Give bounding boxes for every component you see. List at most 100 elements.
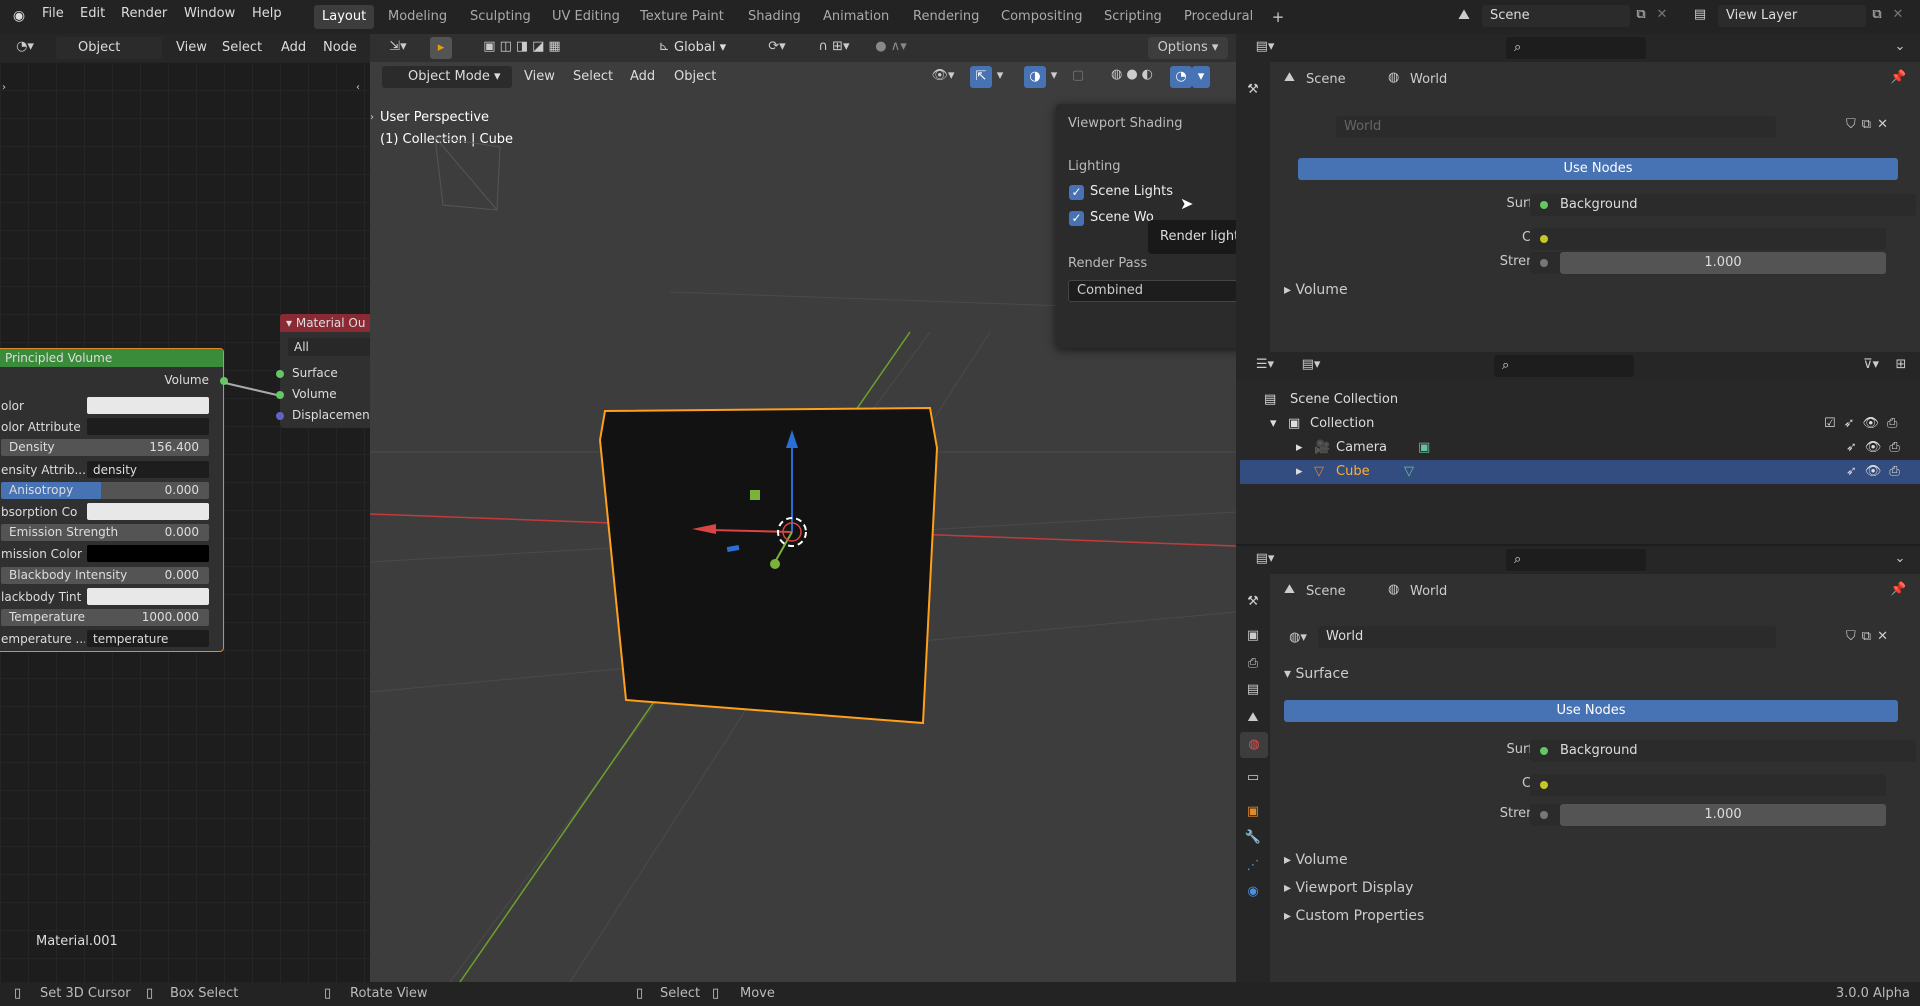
value-slider[interactable]: Density 156.400 bbox=[1, 439, 209, 457]
menu-window[interactable]: Window bbox=[184, 6, 235, 21]
viewport-display-panel-header[interactable]: ▸ Viewport Display bbox=[1284, 880, 1413, 896]
blender-logo-icon[interactable]: ◉ bbox=[10, 8, 28, 26]
tab-rendering[interactable]: Rendering bbox=[905, 5, 987, 29]
properties-search-input[interactable]: ⌕ bbox=[1506, 549, 1646, 571]
strength-field[interactable]: 1.000 bbox=[1530, 804, 1886, 826]
tab-procedural[interactable]: Procedural bbox=[1176, 5, 1261, 29]
scene-lights-checkbox[interactable]: ✓ bbox=[1069, 185, 1084, 200]
view-layer-icon[interactable]: ▤ bbox=[1686, 7, 1714, 22]
tool-tab-icon[interactable]: ⚒ bbox=[1244, 82, 1262, 97]
particles-tab-icon[interactable]: ⋰ bbox=[1244, 858, 1262, 873]
target-dropdown[interactable]: All bbox=[288, 338, 370, 356]
gizmo-dropdown-icon[interactable]: ▾ bbox=[994, 68, 1006, 83]
scene-tab-icon[interactable]: ⛰ bbox=[1244, 710, 1262, 725]
object-tab-icon[interactable]: ▣ bbox=[1244, 804, 1262, 819]
object-mode-dropdown[interactable]: Object bbox=[56, 37, 162, 59]
chevron-down-icon[interactable]: ⌄ bbox=[1892, 551, 1908, 566]
outliner-search-input[interactable]: ⌕ bbox=[1494, 355, 1634, 377]
toolbar-toggle-icon[interactable]: ‹ bbox=[356, 82, 360, 93]
node-input-row[interactable]: Anisotropy 0.000 bbox=[0, 481, 223, 500]
visibility-toggles[interactable]: ☑➶👁⎙ bbox=[1824, 412, 1905, 436]
viewport-menu-add[interactable]: Add bbox=[630, 66, 655, 88]
sidebar-toggle-icon[interactable]: › bbox=[2, 82, 6, 93]
selection-mode-icons[interactable]: ▣◫◨◪▦ bbox=[474, 39, 574, 54]
breadcrumb-world[interactable]: World bbox=[1410, 584, 1447, 599]
proportional-edit-icon[interactable]: ● ∧▾ bbox=[866, 39, 916, 54]
tab-shading[interactable]: Shading bbox=[740, 5, 809, 29]
breadcrumb-scene[interactable]: Scene bbox=[1306, 584, 1346, 599]
output-tab-icon[interactable]: ⎙ bbox=[1244, 656, 1262, 671]
physics-tab-icon[interactable]: ◉ bbox=[1244, 884, 1262, 899]
outliner-row-camera[interactable]: ▸ 🎥 Camera ▣ ➶👁⎙ bbox=[1240, 436, 1920, 460]
view-layer-selector[interactable]: View Layer bbox=[1718, 5, 1866, 27]
delete-view-layer-icon[interactable]: ✕ bbox=[1890, 7, 1906, 22]
object-mode-selector[interactable]: Object Mode ▾ bbox=[382, 66, 512, 88]
tab-uv-editing[interactable]: UV Editing bbox=[544, 5, 628, 29]
node-input-row[interactable]: ensity Attrib... density bbox=[0, 460, 223, 479]
color-swatch[interactable] bbox=[87, 545, 209, 563]
node-menu-add[interactable]: Add bbox=[281, 37, 306, 59]
outliner-row-cube[interactable]: ▸ ▽ Cube ▽ ➶👁⎙ bbox=[1240, 460, 1920, 484]
color-swatch[interactable] bbox=[87, 587, 209, 605]
node-input-row[interactable]: lackbody Tint bbox=[0, 587, 223, 606]
delete-scene-icon[interactable]: ✕ bbox=[1654, 7, 1670, 22]
transform-orientation-dropdown[interactable]: Global ▾ bbox=[674, 37, 764, 59]
shading-mode-icons[interactable]: ◍●◐ bbox=[1094, 67, 1174, 82]
node-editor[interactable]: ◔▾ Object View Select Add Node › ‹ Princ… bbox=[0, 34, 370, 982]
tab-layout[interactable]: Layout bbox=[314, 5, 375, 29]
outliner-row-scene-collection[interactable]: ▤ Scene Collection bbox=[1240, 388, 1920, 412]
surface-shader-field[interactable]: Background bbox=[1530, 740, 1916, 762]
overlays-dropdown-icon[interactable]: ▾ bbox=[1048, 68, 1060, 83]
node-menu-select[interactable]: Select bbox=[222, 37, 262, 59]
color-field[interactable] bbox=[1530, 774, 1886, 796]
use-nodes-button[interactable]: Use Nodes bbox=[1284, 700, 1898, 722]
displacement-input-socket[interactable] bbox=[276, 412, 284, 420]
datablock-actions-icons[interactable]: ⛉⧉✕ bbox=[1840, 629, 1900, 644]
material-output-node[interactable]: ▾ Material Ou All Surface Volume Displac… bbox=[276, 314, 370, 428]
tab-animation[interactable]: Animation bbox=[815, 5, 897, 29]
gizmo-toggle-icon[interactable]: ⇱ bbox=[970, 66, 992, 88]
menu-help[interactable]: Help bbox=[252, 6, 282, 21]
node-input-row[interactable]: emperature ... temperature bbox=[0, 630, 223, 648]
shading-dropdown-icon[interactable]: ▾ bbox=[1192, 66, 1210, 88]
node-menu-view[interactable]: View bbox=[176, 37, 207, 59]
visibility-toggles[interactable]: ➶👁⎙ bbox=[1846, 460, 1908, 484]
surface-shader-field[interactable]: Background bbox=[1530, 194, 1916, 216]
render-pass-dropdown[interactable]: Combined▾ bbox=[1068, 280, 1236, 302]
tab-scripting[interactable]: Scripting bbox=[1096, 5, 1170, 29]
menu-edit[interactable]: Edit bbox=[80, 6, 105, 21]
datablock-actions-icons[interactable]: ⛉⧉✕ bbox=[1840, 117, 1900, 132]
tab-compositing[interactable]: Compositing bbox=[993, 5, 1091, 29]
scene-selector[interactable]: Scene bbox=[1482, 5, 1630, 27]
world-tab-icon[interactable]: ◍ bbox=[1240, 732, 1268, 758]
color-swatch[interactable] bbox=[87, 503, 209, 520]
add-workspace-icon[interactable]: + bbox=[1270, 8, 1286, 26]
xray-icon[interactable]: ▢ bbox=[1070, 68, 1086, 83]
volume-input-socket[interactable] bbox=[276, 391, 284, 399]
world-datablock-field[interactable]: World bbox=[1336, 116, 1776, 138]
properties-search-input[interactable]: ⌕ bbox=[1506, 37, 1646, 59]
viewport-menu-view[interactable]: View bbox=[524, 66, 555, 88]
filter-icon[interactable]: ⊽▾ bbox=[1856, 357, 1886, 372]
color-swatch[interactable] bbox=[87, 397, 209, 414]
tool-icon[interactable]: ⇲▾ bbox=[384, 39, 412, 54]
node-input-row[interactable]: Density 156.400 bbox=[0, 439, 223, 457]
pin-icon[interactable]: 📌 bbox=[1890, 70, 1906, 85]
node-input-row[interactable]: bsorption Co bbox=[0, 503, 223, 521]
node-input-row[interactable]: olor bbox=[0, 397, 223, 415]
editor-type-icon[interactable]: ▤▾ bbox=[1248, 39, 1282, 54]
principled-volume-node[interactable]: Principled Volume Volume olor olor Attrib… bbox=[0, 348, 228, 652]
menu-render[interactable]: Render bbox=[121, 6, 167, 21]
value-slider[interactable]: Blackbody Intensity 0.000 bbox=[1, 566, 209, 584]
rendered-shading-icon[interactable]: ◔ bbox=[1170, 66, 1192, 88]
select-tool-icon[interactable]: ▸ bbox=[430, 37, 452, 59]
visibility-icon[interactable]: 👁▾ bbox=[928, 68, 958, 83]
tab-modeling[interactable]: Modeling bbox=[380, 5, 455, 29]
node-input-row[interactable]: mission Color bbox=[0, 545, 223, 563]
menu-file[interactable]: File bbox=[42, 6, 64, 21]
visibility-toggles[interactable]: ➶👁⎙ bbox=[1846, 436, 1908, 460]
display-mode-icon[interactable]: ▤▾ bbox=[1294, 357, 1328, 372]
node-input-row[interactable]: Temperature 1000.000 bbox=[0, 609, 223, 627]
editor-type-icon[interactable]: ◔▾ bbox=[10, 39, 40, 54]
surface-panel-header[interactable]: ▾ Surface bbox=[1284, 666, 1349, 682]
